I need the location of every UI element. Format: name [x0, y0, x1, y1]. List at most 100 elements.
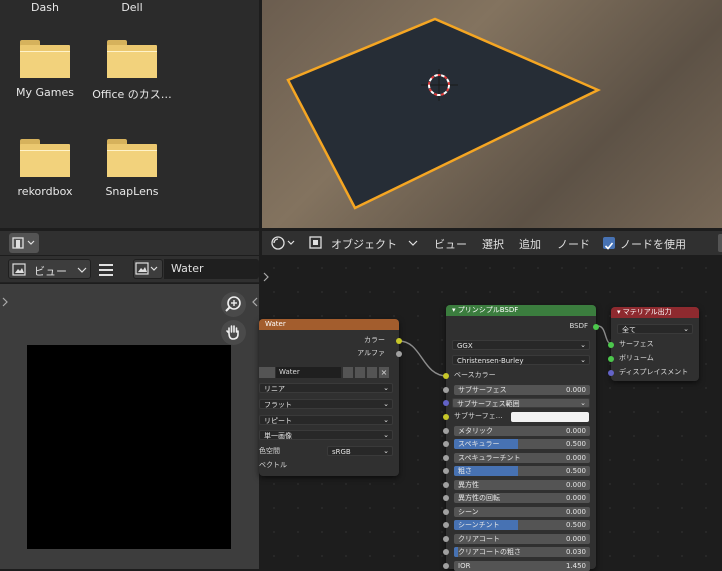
chevron-left-icon[interactable] — [251, 297, 259, 307]
image-browse-button[interactable] — [133, 259, 163, 279]
folder-icon — [20, 139, 70, 177]
input-socket[interactable] — [443, 536, 449, 542]
subsurface-method-dropdown[interactable]: Christensen-Burley ⌄ — [452, 355, 590, 365]
input-socket[interactable] — [443, 387, 449, 393]
field-value: 0.000 — [565, 494, 586, 502]
bsdf-output-label: BSDF — [569, 322, 588, 330]
image-editor-header — [0, 231, 259, 255]
node-title: ▾ マテリアル出力 — [611, 307, 699, 318]
menu-view[interactable]: ビュー — [434, 236, 467, 252]
folder-icon[interactable] — [367, 367, 377, 378]
field-value: 0.500 — [565, 467, 586, 475]
image-selector[interactable]: Water × — [259, 367, 389, 378]
bsdf-slider-field[interactable]: クリアコートの粗さ 0.030 — [454, 547, 590, 557]
image-name-field[interactable]: Water — [164, 259, 259, 279]
folder-office[interactable]: Office のカス… — [87, 40, 177, 102]
image-preview — [27, 345, 231, 549]
image-texture-node[interactable]: Water カラー アルファ Water × リニア ⌄ フラット ⌄ リピート ⌄ … — [259, 319, 402, 476]
node-title: ▾ プリンシプルBSDF — [446, 305, 596, 316]
surface-label: サーフェス — [619, 340, 654, 348]
3d-viewport[interactable] — [262, 0, 722, 228]
input-socket[interactable] — [443, 522, 449, 528]
volume-socket[interactable] — [608, 356, 614, 362]
bsdf-slider-field[interactable]: サブサーフェス 0.000 — [454, 385, 590, 395]
bsdf-slider-field[interactable]: シーン 0.000 — [454, 507, 590, 517]
base-color-socket[interactable] — [443, 373, 449, 379]
editor-type-icon — [12, 237, 35, 249]
bsdf-slider-field[interactable]: シーンチント 0.500 — [454, 520, 590, 530]
colorspace-dropdown[interactable]: sRGB ⌄ — [327, 446, 393, 456]
hamburger-menu-icon[interactable] — [98, 263, 114, 277]
field-value: 0.030 — [565, 548, 586, 556]
shield-icon[interactable] — [343, 367, 353, 378]
displacement-socket[interactable] — [608, 370, 614, 376]
input-socket[interactable] — [443, 509, 449, 515]
pan-button[interactable] — [221, 320, 246, 345]
alpha-output-socket[interactable] — [396, 351, 402, 357]
zoom-button[interactable] — [221, 292, 246, 317]
texture-image-name: Water — [276, 367, 341, 378]
image-icon — [12, 263, 26, 276]
use-nodes-checkbox[interactable] — [603, 237, 615, 250]
folder-dell[interactable]: Dell — [87, 0, 177, 14]
menu-node[interactable]: ノード — [557, 236, 590, 252]
target-dropdown[interactable]: 全て ⌄ — [617, 324, 693, 334]
duplicate-icon[interactable] — [355, 367, 365, 378]
extension-dropdown[interactable]: リピート ⌄ — [259, 415, 393, 425]
folder-snaplens[interactable]: SnapLens — [87, 139, 177, 198]
bsdf-slider-field[interactable]: 異方性の回転 0.000 — [454, 493, 590, 503]
bsdf-slider-field[interactable]: スペキュラー 0.500 — [454, 439, 590, 449]
input-socket[interactable] — [443, 428, 449, 434]
bsdf-slider-field[interactable]: 粗さ 0.500 — [454, 466, 590, 476]
field-label: シーン — [458, 508, 479, 516]
view-dropdown[interactable]: ビュー — [8, 259, 91, 279]
folder-my-games[interactable]: My Games — [0, 40, 90, 99]
input-socket[interactable] — [443, 441, 449, 447]
folder-rekordbox[interactable]: rekordbox — [0, 139, 90, 198]
field-label: クリアコート — [458, 535, 500, 543]
subsurface-method-value: Christensen-Burley — [457, 357, 524, 365]
field-label: 異方性 — [458, 481, 479, 489]
input-socket[interactable] — [443, 455, 449, 461]
view-label: ビュー — [34, 265, 67, 278]
surface-socket[interactable] — [608, 342, 614, 348]
chevron-right-icon[interactable] — [1, 297, 9, 307]
selected-plane[interactable] — [286, 17, 601, 210]
projection-dropdown[interactable]: フラット ⌄ — [259, 399, 393, 409]
principled-bsdf-node[interactable]: ▾ プリンシプルBSDF BSDF GGX ⌄ Christensen-Burle… — [443, 305, 599, 571]
folder-dash[interactable]: Dash — [0, 0, 90, 14]
material-output-node[interactable]: ▾ マテリアル出力 全て ⌄ サーフェス ボリューム ディスプレイスメント — [608, 307, 699, 381]
close-icon[interactable]: × — [379, 367, 389, 378]
bsdf-slider-field[interactable]: クリアコート 0.000 — [454, 534, 590, 544]
subsurface-radius-socket[interactable] — [443, 400, 449, 406]
distribution-value: GGX — [457, 342, 473, 350]
menu-add[interactable]: 追加 — [519, 236, 541, 252]
editor-type-button[interactable] — [9, 233, 39, 253]
menu-select[interactable]: 選択 — [482, 236, 504, 252]
folder-label: Office のカス… — [92, 88, 172, 101]
field-label: シーンチント — [458, 521, 500, 529]
bsdf-slider-field[interactable]: 異方性 0.000 — [454, 480, 590, 490]
subsurface-color-socket[interactable] — [443, 414, 449, 420]
chevron-down-icon — [408, 240, 418, 246]
input-socket[interactable] — [443, 495, 449, 501]
projection-value: フラット — [264, 401, 292, 409]
bsdf-slider-field[interactable]: スペキュラーチント 0.000 — [454, 453, 590, 463]
field-value: 0.500 — [565, 521, 586, 529]
object-mode-dropdown[interactable]: オブジェクト — [304, 233, 424, 253]
interpolation-dropdown[interactable]: リニア ⌄ — [259, 383, 393, 393]
input-socket[interactable] — [443, 549, 449, 555]
distribution-dropdown[interactable]: GGX ⌄ — [452, 340, 590, 350]
color-output-socket[interactable] — [396, 338, 402, 344]
editor-type-button[interactable] — [269, 233, 299, 253]
bsdf-slider-field[interactable]: メタリック 0.000 — [454, 426, 590, 436]
bsdf-output-socket[interactable] — [593, 324, 599, 330]
input-socket[interactable] — [443, 482, 449, 488]
input-socket[interactable] — [443, 468, 449, 474]
bsdf-slider-field[interactable]: IOR 1.450 — [454, 561, 590, 571]
field-label: メタリック — [458, 427, 493, 435]
input-socket[interactable] — [443, 563, 449, 569]
source-dropdown[interactable]: 単一画像 ⌄ — [259, 430, 393, 440]
subsurface-color-swatch[interactable] — [511, 412, 589, 422]
subsurface-radius-dropdown[interactable]: サブサーフェス範囲 ⌄ — [452, 398, 590, 408]
